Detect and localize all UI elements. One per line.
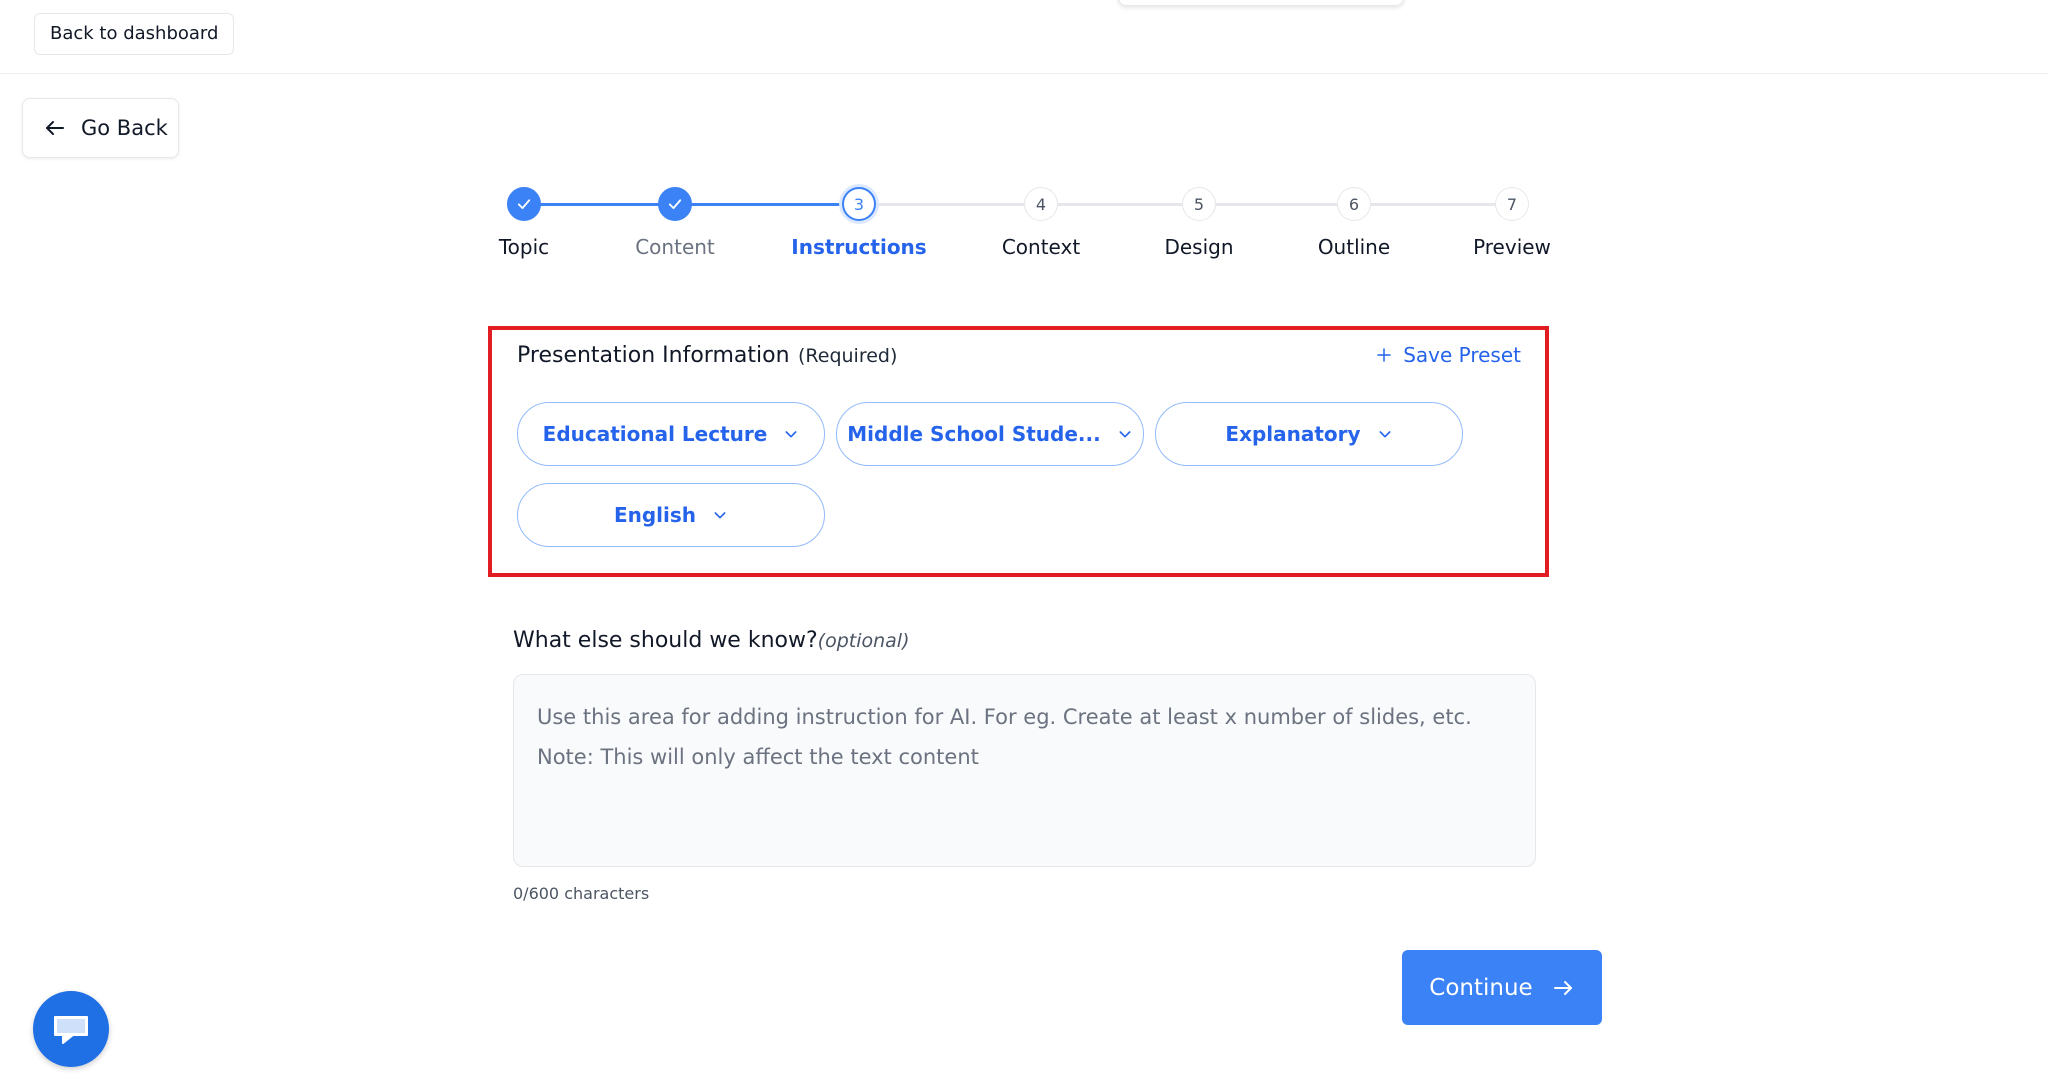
- presentation-information-panel: Presentation Information (Required) Save…: [488, 326, 1549, 577]
- tone-dropdown[interactable]: Explanatory: [1155, 402, 1463, 466]
- step-content-indicator[interactable]: [658, 187, 692, 221]
- chat-button[interactable]: [33, 991, 109, 1067]
- character-count: 0/600 characters: [513, 884, 650, 903]
- step-outline-indicator: 6: [1337, 187, 1371, 221]
- step-connector: [859, 203, 1041, 206]
- save-preset-button[interactable]: Save Preset: [1375, 343, 1521, 367]
- chat-icon: [54, 1016, 88, 1044]
- dropdown-value: Explanatory: [1225, 422, 1361, 446]
- instructions-textarea[interactable]: [537, 697, 1512, 844]
- step-preview-indicator: 7: [1495, 187, 1529, 221]
- step-connector: [1199, 203, 1354, 206]
- step-design-indicator: 5: [1182, 187, 1216, 221]
- instructions-textarea-container[interactable]: [513, 674, 1536, 867]
- chevron-down-icon: [714, 512, 726, 519]
- plus-icon: [1377, 348, 1391, 362]
- arrow-right-icon: [1553, 980, 1572, 995]
- save-preset-label: Save Preset: [1403, 343, 1521, 367]
- section-title: Presentation Information: [517, 343, 790, 368]
- progress-stepper: Topic Content 3 Instructions 4 Context 5…: [0, 0, 2048, 270]
- language-dropdown[interactable]: English: [517, 483, 825, 547]
- chevron-down-icon: [1379, 431, 1391, 438]
- continue-label: Continue: [1429, 974, 1533, 1001]
- step-connector: [675, 203, 859, 206]
- step-connector: [524, 203, 675, 206]
- required-label: (Required): [798, 345, 898, 367]
- optional-label: (optional): [817, 630, 910, 652]
- step-connector: [1354, 203, 1512, 206]
- dropdown-value: English: [613, 503, 697, 527]
- check-icon: [517, 199, 531, 210]
- dropdown-value: Educational Lecture: [542, 422, 768, 446]
- step-topic-indicator[interactable]: [507, 187, 541, 221]
- presentation-type-dropdown[interactable]: Educational Lecture: [517, 402, 825, 466]
- step-instructions-indicator[interactable]: 3: [842, 187, 876, 221]
- continue-button[interactable]: Continue: [1402, 950, 1602, 1025]
- step-content-label[interactable]: Content: [575, 235, 775, 259]
- instructions-label: What else should we know?(optional): [513, 628, 909, 653]
- step-context-indicator: 4: [1024, 187, 1058, 221]
- instructions-label-text: What else should we know?: [513, 628, 818, 653]
- step-instructions-label[interactable]: Instructions: [759, 235, 959, 259]
- check-icon: [668, 199, 682, 210]
- dropdown-value: Middle School Stude...: [847, 422, 1101, 446]
- chevron-down-icon: [785, 431, 797, 438]
- audience-dropdown[interactable]: Middle School Stude...: [836, 402, 1144, 466]
- step-preview-label: Preview: [1473, 235, 1551, 259]
- step-connector: [1041, 203, 1199, 206]
- chevron-down-icon: [1119, 431, 1131, 438]
